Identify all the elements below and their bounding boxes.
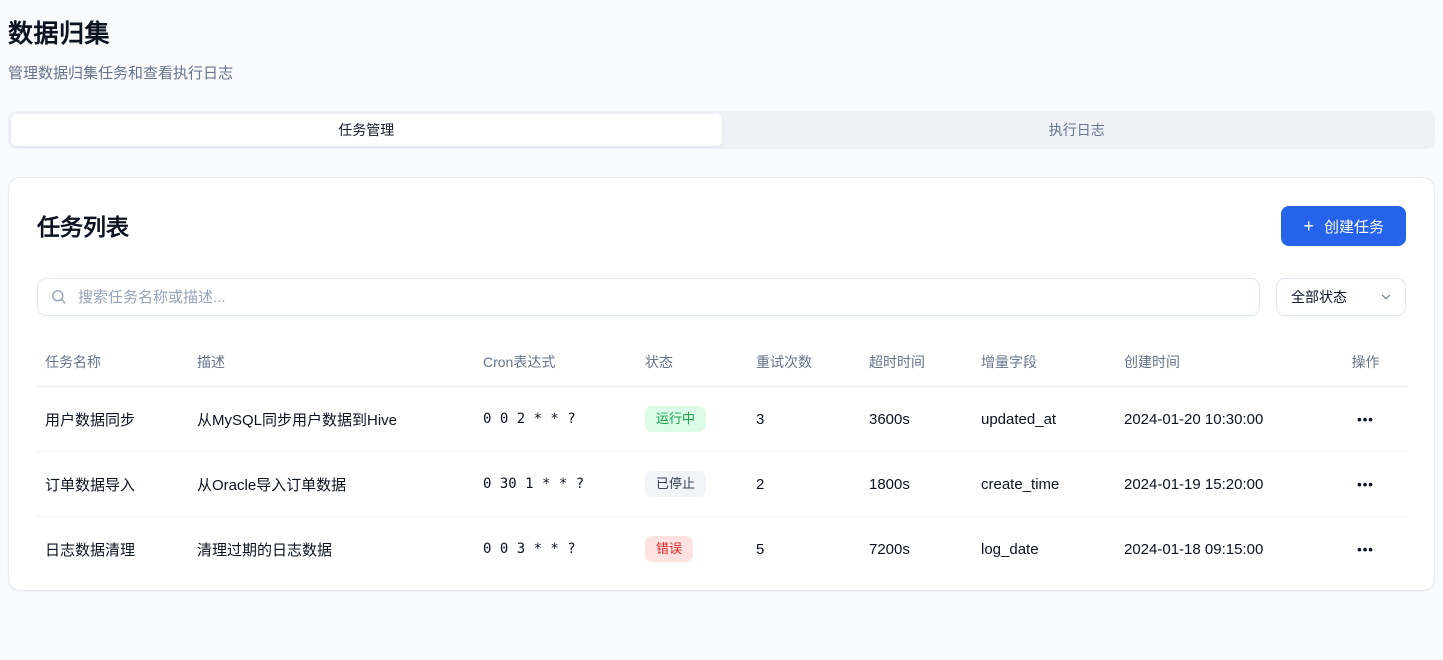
column-header: 超时时间 bbox=[861, 342, 973, 387]
status-cell: 已停止 bbox=[637, 452, 748, 517]
page: 数据归集 管理数据归集任务和查看执行日志 任务管理 执行日志 任务列表 + 创建… bbox=[0, 0, 1443, 591]
tab-task-management[interactable]: 任务管理 bbox=[11, 114, 722, 146]
cron-expression-cell: 0 0 3 * * ? bbox=[475, 517, 637, 582]
table-header-row: 任务名称描述Cron表达式状态重试次数超时时间增量字段创建时间操作 bbox=[37, 342, 1408, 387]
task-description-cell: 清理过期的日志数据 bbox=[189, 517, 475, 582]
task-description-cell: 从Oracle导入订单数据 bbox=[189, 452, 475, 517]
create-task-button-label: 创建任务 bbox=[1324, 216, 1384, 237]
incremental-field-cell: create_time bbox=[973, 452, 1116, 517]
created-time-cell: 2024-01-20 10:30:00 bbox=[1116, 387, 1323, 452]
retry-count-cell: 2 bbox=[748, 452, 861, 517]
task-name-cell: 日志数据清理 bbox=[37, 517, 189, 582]
row-actions-button[interactable]: ••• bbox=[1357, 543, 1374, 556]
timeout-cell: 7200s bbox=[861, 517, 973, 582]
column-header: 增量字段 bbox=[973, 342, 1116, 387]
status-filter-value: 全部状态 bbox=[1291, 287, 1347, 307]
task-name-cell: 用户数据同步 bbox=[37, 387, 189, 452]
task-list-card: 任务列表 + 创建任务 全部状态 bbox=[8, 177, 1435, 591]
table-row: 日志数据清理 清理过期的日志数据 0 0 3 * * ? 错误 5 7200s … bbox=[37, 517, 1408, 582]
actions-cell: ••• bbox=[1323, 517, 1408, 582]
task-name-cell: 订单数据导入 bbox=[37, 452, 189, 517]
column-header: 状态 bbox=[637, 342, 748, 387]
tab-bar: 任务管理 执行日志 bbox=[8, 111, 1435, 149]
status-badge: 运行中 bbox=[645, 406, 706, 432]
row-actions-button[interactable]: ••• bbox=[1357, 478, 1374, 491]
retry-count-cell: 5 bbox=[748, 517, 861, 582]
status-badge: 已停止 bbox=[645, 471, 706, 497]
task-description-cell: 从MySQL同步用户数据到Hive bbox=[189, 387, 475, 452]
table-row: 订单数据导入 从Oracle导入订单数据 0 30 1 * * ? 已停止 2 … bbox=[37, 452, 1408, 517]
controls-row: 全部状态 bbox=[37, 278, 1406, 316]
incremental-field-cell: log_date bbox=[973, 517, 1116, 582]
page-subtitle: 管理数据归集任务和查看执行日志 bbox=[8, 62, 1435, 83]
create-task-button[interactable]: + 创建任务 bbox=[1281, 206, 1406, 246]
search-input[interactable] bbox=[37, 278, 1260, 316]
tab-execution-logs[interactable]: 执行日志 bbox=[722, 114, 1433, 146]
actions-cell: ••• bbox=[1323, 452, 1408, 517]
status-cell: 错误 bbox=[637, 517, 748, 582]
status-filter-select[interactable]: 全部状态 bbox=[1276, 278, 1406, 316]
cron-expression-cell: 0 30 1 * * ? bbox=[475, 452, 637, 517]
search-icon bbox=[50, 288, 67, 305]
actions-cell: ••• bbox=[1323, 387, 1408, 452]
task-table: 任务名称描述Cron表达式状态重试次数超时时间增量字段创建时间操作 用户数据同步… bbox=[37, 342, 1408, 582]
row-actions-button[interactable]: ••• bbox=[1357, 413, 1374, 426]
status-badge: 错误 bbox=[645, 536, 693, 562]
cron-expression-cell: 0 0 2 * * ? bbox=[475, 387, 637, 452]
created-time-cell: 2024-01-19 15:20:00 bbox=[1116, 452, 1323, 517]
column-header: Cron表达式 bbox=[475, 342, 637, 387]
created-time-cell: 2024-01-18 09:15:00 bbox=[1116, 517, 1323, 582]
card-title: 任务列表 bbox=[37, 206, 129, 242]
search-box bbox=[37, 278, 1260, 316]
plus-icon: + bbox=[1303, 217, 1314, 235]
column-header: 创建时间 bbox=[1116, 342, 1323, 387]
column-header: 操作 bbox=[1323, 342, 1408, 387]
incremental-field-cell: updated_at bbox=[973, 387, 1116, 452]
status-cell: 运行中 bbox=[637, 387, 748, 452]
retry-count-cell: 3 bbox=[748, 387, 861, 452]
timeout-cell: 3600s bbox=[861, 387, 973, 452]
column-header: 描述 bbox=[189, 342, 475, 387]
card-header: 任务列表 + 创建任务 bbox=[37, 206, 1406, 246]
task-table-body: 用户数据同步 从MySQL同步用户数据到Hive 0 0 2 * * ? 运行中… bbox=[37, 387, 1408, 582]
table-row: 用户数据同步 从MySQL同步用户数据到Hive 0 0 2 * * ? 运行中… bbox=[37, 387, 1408, 452]
page-title: 数据归集 bbox=[8, 14, 1435, 50]
column-header: 任务名称 bbox=[37, 342, 189, 387]
timeout-cell: 1800s bbox=[861, 452, 973, 517]
column-header: 重试次数 bbox=[748, 342, 861, 387]
chevron-down-icon bbox=[1379, 290, 1393, 304]
